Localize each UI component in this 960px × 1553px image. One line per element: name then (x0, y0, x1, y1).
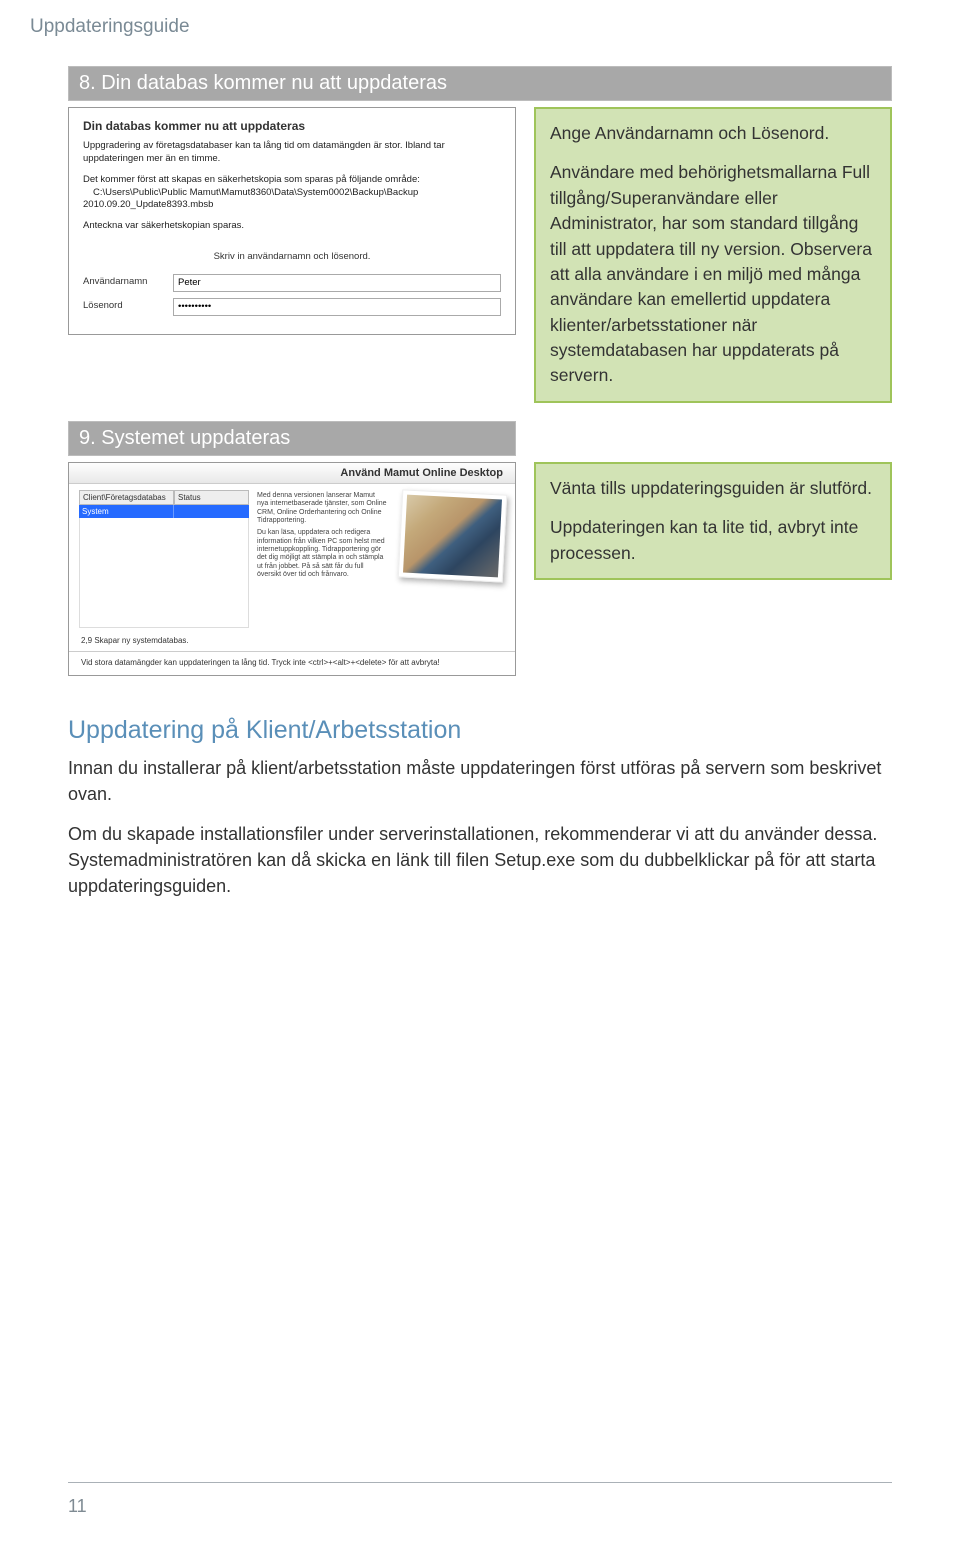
dialog2-description: Med denna versionen lanserar Mamut nya i… (257, 490, 387, 630)
dialog-system-update: Använd Mamut Online Desktop Client\Föret… (68, 462, 516, 676)
table-row: System (79, 505, 249, 518)
page-header: Uppdateringsguide (30, 16, 190, 38)
username-input[interactable] (173, 274, 501, 292)
dialog-text: Uppgradering av företagsdatabaser kan ta… (83, 140, 501, 166)
dialog2-footer: Vid stora datamängder kan uppdateringen … (69, 652, 515, 675)
callout-text: Användare med behörighetsmallarna Full t… (550, 160, 876, 388)
table-header: Status (174, 490, 249, 505)
dialog-subtitle: Skriv in användarnamn och lösenord. (69, 251, 515, 264)
promo-photo (398, 489, 507, 582)
body-paragraph: Innan du installerar på klient/arbetssta… (68, 755, 892, 807)
step-9-bar: 9. Systemet uppdateras (68, 421, 516, 456)
dialog-text: Anteckna var säkerhetskopian sparas. (83, 220, 501, 233)
callout-text: Vänta tills uppdateringsguiden är slutfö… (550, 476, 876, 501)
footer-divider (68, 1482, 892, 1483)
body-paragraph: Om du skapade installationsfiler under s… (68, 821, 892, 899)
section-heading: Uppdatering på Klient/Arbetsstation (68, 716, 892, 745)
label-username: Användarnamn (83, 276, 173, 289)
step-8-bar: 8. Din databas kommer nu att uppdateras (68, 66, 892, 101)
table-cell (174, 505, 249, 518)
label-password: Lösenord (83, 300, 173, 313)
dialog-text: Det kommer först att skapas en säkerhets… (83, 174, 501, 212)
callout-step9: Vänta tills uppdateringsguiden är slutfö… (534, 462, 892, 580)
table-header: Client\Företagsdatabas (79, 490, 174, 505)
password-input[interactable] (173, 298, 501, 316)
callout-text: Ange Användarnamn och Lösenord. (550, 121, 876, 146)
progress-status: 2,9 Skapar ny systemdatabas. (69, 634, 515, 647)
callout-text: Uppdateringen kan ta lite tid, avbryt in… (550, 515, 876, 566)
dialog2-header: Använd Mamut Online Desktop (69, 463, 515, 484)
dialog-database-update: Din databas kommer nu att uppdateras Upp… (68, 107, 516, 335)
dialog-title: Din databas kommer nu att uppdateras (69, 108, 515, 140)
callout-step8: Ange Användarnamn och Lösenord. Användar… (534, 107, 892, 403)
backup-path: C:\Users\Public\Public Mamut\Mamut8360\D… (83, 187, 418, 211)
table-cell: System (79, 505, 174, 518)
page-number: 11 (68, 1496, 87, 1517)
status-table: Client\Företagsdatabas Status System (79, 490, 249, 630)
